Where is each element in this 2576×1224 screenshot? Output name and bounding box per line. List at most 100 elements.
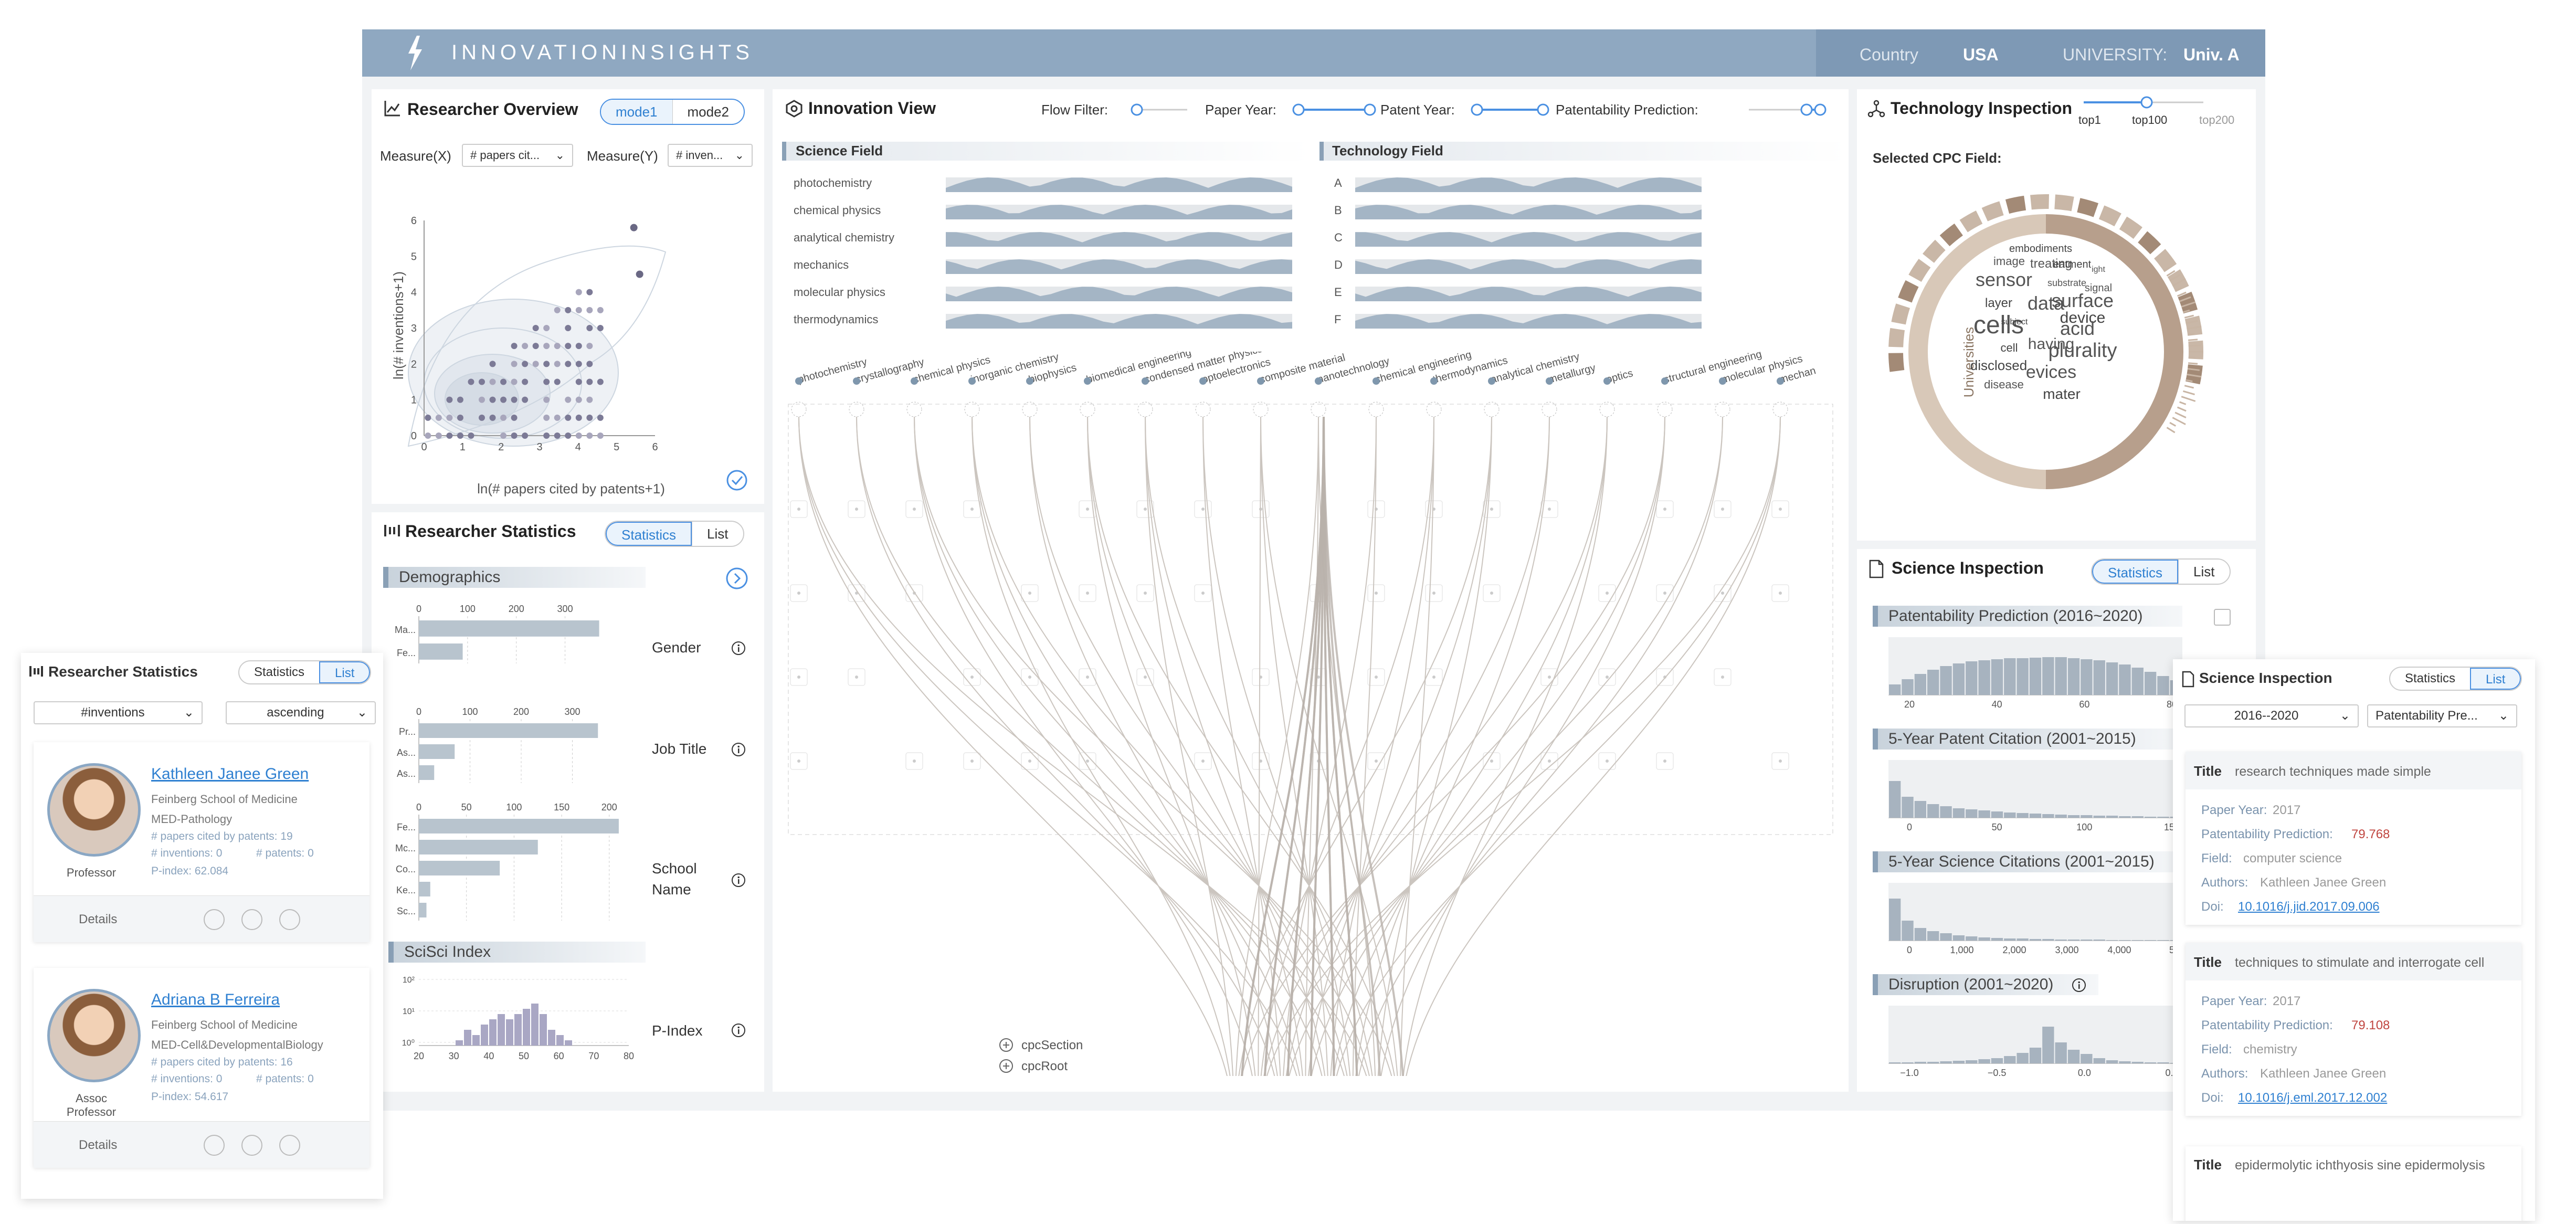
field-row[interactable]: analytical chemistry [794,228,1297,249]
paper-doi-link[interactable]: 10.1016/j.eml.2017.12.002 [2238,1091,2387,1105]
scatter-point [554,432,561,439]
info-icon[interactable] [731,742,746,760]
field-row[interactable]: D [1334,255,1838,276]
tab-list[interactable]: List [2470,668,2521,690]
y-tick-label: 5 [411,251,417,262]
tab-statistics[interactable]: Statistics [239,661,319,683]
info-icon[interactable] [2071,977,2087,996]
scatter-point [597,432,604,439]
researcher-card[interactable]: Professor Kathleen Janee Green Feinberg … [34,742,369,942]
paper-doi-label: Doi: [2201,900,2224,914]
outer-tick [2187,333,2195,335]
measure-y-select[interactable]: # inven... ⌄ [668,144,753,167]
flow-link [1087,416,1256,1076]
paper-card[interactable]: Title research techniques made simple Pa… [2186,752,2521,925]
person-icon[interactable] [204,1135,225,1156]
bar-tick-label: 200 [601,802,617,813]
word: embodiments [2009,243,2072,255]
tab-statistics[interactable]: Statistics [2390,668,2470,690]
field-row[interactable]: photochemistry [794,173,1297,194]
hist-bar [456,1040,463,1046]
flow-node-dot [1144,508,1147,511]
filter-checkbox[interactable] [2214,609,2231,626]
field-row[interactable]: thermodynamics [794,310,1297,331]
y-tick-label: 6 [411,215,417,227]
popup-science-title: Science Inspection [2199,670,2332,686]
outer-segment [2188,340,2203,360]
paper-year-slider[interactable] [1292,102,1376,118]
hist-bar [2131,668,2144,695]
bar-tick-label: 0 [416,604,421,614]
word: image [1993,255,2025,268]
field-row[interactable]: C [1334,228,1838,249]
scatter-point [489,361,496,367]
field-row[interactable]: mechanics [794,255,1297,276]
sort-select[interactable]: Patentability Pre... ⌄ [2367,704,2517,727]
innovation-flow-graph[interactable]: photochemistrycrystallographychemical ph… [773,352,1849,1076]
hist-bar [2081,815,2093,818]
document-icon[interactable] [241,1135,262,1156]
person-icon[interactable] [204,909,225,930]
field-row[interactable]: F [1334,310,1838,331]
tab-statistics[interactable]: Statistics [2092,560,2179,584]
hist-bar [498,1014,505,1046]
hist-bar [2144,672,2157,695]
paper-doi-link[interactable]: 10.1016/j.jid.2017.09.006 [2238,900,2380,914]
cpc-donut-wordcloud[interactable]: Universities Companies embodimentsimage t… [1878,184,2214,520]
researcher-pindex: P-index: 62.084 [151,865,229,877]
details-button[interactable]: Details [79,1138,117,1153]
tab-list[interactable]: List [319,661,371,683]
university-select[interactable]: Univ. A [2183,45,2240,65]
hist-bar [2042,1027,2054,1063]
field-row[interactable]: molecular physics [794,282,1297,303]
technology-field-header: Technology Field [1332,143,1443,159]
document-icon [2181,671,2195,690]
field-row[interactable]: B [1334,201,1838,221]
field-row[interactable]: chemical physics [794,201,1297,221]
info-icon[interactable] [731,640,746,659]
sort-order-select[interactable]: ascending ⌄ [226,701,376,724]
mail-icon[interactable] [279,909,300,930]
paper-card[interactable]: Title epidermolytic ichthyosis sine epid… [2186,1146,2521,1221]
country-select[interactable]: USA [1963,45,1999,65]
paper-field-label: Field: [2201,1042,2232,1057]
scatter-point [586,396,593,403]
chevron-right-icon[interactable] [725,567,748,593]
topic-dot [1777,377,1784,385]
bar-tick-label: 200 [513,706,529,717]
mode2-button[interactable]: mode2 [672,100,744,124]
mode1-button[interactable]: mode1 [601,100,672,124]
tab-list[interactable]: List [2178,560,2229,584]
info-icon[interactable] [731,1022,746,1041]
patentability-slider[interactable] [1744,102,1828,118]
patent-year-slider[interactable] [1471,102,1549,118]
hist-xtick: 40 [483,1051,494,1061]
field-row[interactable]: A [1334,173,1838,194]
researcher-card[interactable]: Assoc Professor Adriana B Ferreira Feinb… [34,968,369,1168]
field-row[interactable]: E [1334,282,1838,303]
plus-circle-icon[interactable] [998,1037,1014,1056]
scatter-plot[interactable]: 0 1 2 3 4 5 6 0 1 2 3 4 5 6 ln(# papers cited by pate… [372,173,764,499]
tab-list[interactable]: List [692,522,743,546]
details-button[interactable]: Details [79,912,117,927]
mail-icon[interactable] [279,1135,300,1156]
document-icon[interactable] [241,909,262,930]
plus-circle-icon[interactable] [998,1058,1014,1077]
sort-field-select[interactable]: #inventions ⌄ [34,701,203,724]
topic-dot [1026,377,1033,385]
year-range-select[interactable]: 2016--2020 ⌄ [2184,704,2359,727]
bar [419,620,599,637]
info-icon[interactable] [731,872,746,891]
tab-statistics[interactable]: Statistics [606,522,692,546]
check-circle-icon[interactable] [726,470,747,491]
field-row-label: analytical chemistry [794,231,894,244]
flow-link [1202,416,1281,1076]
paper-card[interactable]: Title techniques to stimulate and interr… [2186,943,2521,1116]
measure-x-select[interactable]: # papers cit... ⌄ [462,144,573,167]
top-n-slider[interactable] [2077,94,2209,110]
bar-category-label: Mc... [395,843,416,853]
scatter-point [425,414,431,421]
flow-filter-slider[interactable] [1129,102,1192,118]
companies-label: Companies [2131,317,2147,386]
scatter-point [468,432,474,439]
